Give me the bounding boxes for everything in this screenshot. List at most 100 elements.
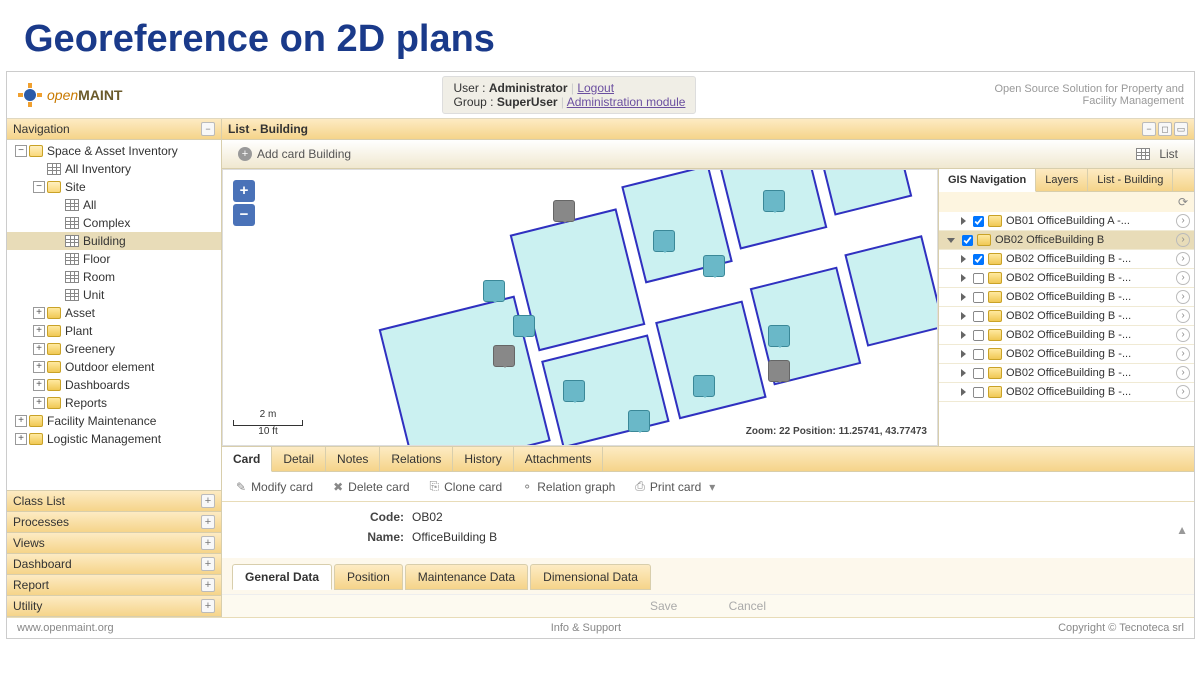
gis-tab-list-building[interactable]: List - Building — [1088, 169, 1173, 191]
accordion-processes[interactable]: Processes+ — [7, 512, 221, 533]
gis-row[interactable]: OB02 OfficeBuilding B -...› — [939, 269, 1194, 288]
layer-checkbox[interactable] — [973, 348, 984, 359]
expand-tri-icon[interactable] — [961, 369, 966, 377]
card-tab-detail[interactable]: Detail — [272, 447, 326, 471]
accordion-class-list[interactable]: Class List+ — [7, 491, 221, 512]
goto-icon[interactable]: › — [1176, 252, 1190, 266]
admin-module-link[interactable]: Administration module — [567, 95, 686, 109]
gis-row[interactable]: OB02 OfficeBuilding B -...› — [939, 326, 1194, 345]
map-marker[interactable] — [693, 375, 715, 397]
gis-row[interactable]: OB02 OfficeBuilding B -...› — [939, 383, 1194, 402]
map-marker[interactable] — [628, 410, 650, 432]
gis-row[interactable]: OB02 OfficeBuilding B -...› — [939, 250, 1194, 269]
gis-tab-gis-navigation[interactable]: GIS Navigation — [939, 169, 1036, 192]
expand-tri-icon[interactable] — [961, 350, 966, 358]
tree-item-greenery[interactable]: +Greenery — [7, 340, 221, 358]
expand-tri-icon[interactable] — [961, 255, 966, 263]
layer-checkbox[interactable] — [973, 253, 984, 264]
footer-url[interactable]: www.openmaint.org — [17, 622, 114, 634]
sub-tab-maintenance-data[interactable]: Maintenance Data — [405, 564, 528, 590]
clone-card-button[interactable]: ⎘Clone card — [422, 476, 511, 497]
goto-icon[interactable]: › — [1176, 366, 1190, 380]
refresh-icon[interactable]: ⟳ — [1174, 195, 1188, 209]
tree-item-site[interactable]: −Site — [7, 178, 221, 196]
card-tab-relations[interactable]: Relations — [380, 447, 453, 471]
gis-row[interactable]: OB02 OfficeBuilding B -...› — [939, 307, 1194, 326]
delete-card-button[interactable]: ✖Delete card — [325, 476, 417, 497]
maximize-button[interactable]: ▭ — [1174, 122, 1188, 136]
tree-item-outdoor-element[interactable]: +Outdoor element — [7, 358, 221, 376]
goto-icon[interactable]: › — [1176, 233, 1190, 247]
expand-tri-icon[interactable] — [961, 293, 966, 301]
tree-item-space-asset-inventory[interactable]: −Space & Asset Inventory — [7, 142, 221, 160]
map-marker[interactable] — [703, 255, 725, 277]
accordion-utility[interactable]: Utility+ — [7, 596, 221, 617]
map-marker[interactable] — [483, 280, 505, 302]
layer-checkbox[interactable] — [973, 367, 984, 378]
add-card-button[interactable]: + Add card Building — [230, 144, 359, 164]
goto-icon[interactable]: › — [1176, 214, 1190, 228]
gis-row[interactable]: OB02 OfficeBuilding B› — [939, 231, 1194, 250]
tree-item-logistic-management[interactable]: +Logistic Management — [7, 430, 221, 448]
expand-tri-icon[interactable] — [947, 238, 955, 243]
card-tab-notes[interactable]: Notes — [326, 447, 380, 471]
list-view-button[interactable]: List — [1128, 144, 1186, 164]
gis-row[interactable]: OB02 OfficeBuilding B -...› — [939, 364, 1194, 383]
print-card-button[interactable]: ⎙Print card▾ — [627, 476, 723, 497]
restore-button[interactable]: ◻ — [1158, 122, 1172, 136]
card-tab-attachments[interactable]: Attachments — [514, 447, 604, 471]
tree-item-building[interactable]: Building — [7, 232, 221, 250]
zoom-out-button[interactable]: − — [233, 204, 255, 226]
toggle-icon[interactable]: + — [33, 397, 45, 409]
sub-tab-general-data[interactable]: General Data — [232, 564, 332, 590]
sub-tab-dimensional-data[interactable]: Dimensional Data — [530, 564, 651, 590]
toggle-icon[interactable]: + — [33, 325, 45, 337]
toggle-icon[interactable]: + — [15, 433, 27, 445]
tree-item-complex[interactable]: Complex — [7, 214, 221, 232]
expand-tri-icon[interactable] — [961, 274, 966, 282]
card-tab-card[interactable]: Card — [222, 447, 272, 472]
goto-icon[interactable]: › — [1176, 290, 1190, 304]
map-marker[interactable] — [768, 325, 790, 347]
footer-info[interactable]: Info & Support — [551, 622, 621, 634]
goto-icon[interactable]: › — [1176, 309, 1190, 323]
collapse-nav-button[interactable]: − — [201, 122, 215, 136]
relation-graph-button[interactable]: ⚬Relation graph — [514, 476, 623, 497]
map-marker[interactable] — [513, 315, 535, 337]
sub-tab-position[interactable]: Position — [334, 564, 403, 590]
goto-icon[interactable]: › — [1176, 347, 1190, 361]
accordion-dashboard[interactable]: Dashboard+ — [7, 554, 221, 575]
gis-row[interactable]: OB02 OfficeBuilding B -...› — [939, 345, 1194, 364]
expand-tri-icon[interactable] — [961, 217, 966, 225]
gis-tab-layers[interactable]: Layers — [1036, 169, 1088, 191]
layer-checkbox[interactable] — [962, 234, 973, 245]
layer-checkbox[interactable] — [973, 310, 984, 321]
tree-item-all-inventory[interactable]: All Inventory — [7, 160, 221, 178]
map-marker[interactable] — [563, 380, 585, 402]
tree-item-floor[interactable]: Floor — [7, 250, 221, 268]
tree-item-all[interactable]: All — [7, 196, 221, 214]
floorplan-map[interactable]: + − — [222, 169, 938, 446]
expand-tri-icon[interactable] — [961, 312, 966, 320]
toggle-icon[interactable]: + — [33, 343, 45, 355]
map-marker[interactable] — [768, 360, 790, 382]
tree-item-facility-maintenance[interactable]: +Facility Maintenance — [7, 412, 221, 430]
toggle-icon[interactable]: − — [15, 145, 27, 157]
toggle-icon[interactable]: + — [33, 361, 45, 373]
minimize-button[interactable]: − — [1142, 122, 1156, 136]
layer-checkbox[interactable] — [973, 272, 984, 283]
expand-tri-icon[interactable] — [961, 331, 966, 339]
accordion-report[interactable]: Report+ — [7, 575, 221, 596]
card-tab-history[interactable]: History — [453, 447, 513, 471]
tree-item-unit[interactable]: Unit — [7, 286, 221, 304]
accordion-views[interactable]: Views+ — [7, 533, 221, 554]
tree-item-plant[interactable]: +Plant — [7, 322, 221, 340]
tree-item-dashboards[interactable]: +Dashboards — [7, 376, 221, 394]
gis-row[interactable]: OB01 OfficeBuilding A -...› — [939, 212, 1194, 231]
modify-card-button[interactable]: ✎Modify card — [228, 476, 321, 497]
goto-icon[interactable]: › — [1176, 385, 1190, 399]
toggle-icon[interactable]: + — [15, 415, 27, 427]
map-marker[interactable] — [493, 345, 515, 367]
expand-tri-icon[interactable] — [961, 388, 966, 396]
tree-item-reports[interactable]: +Reports — [7, 394, 221, 412]
